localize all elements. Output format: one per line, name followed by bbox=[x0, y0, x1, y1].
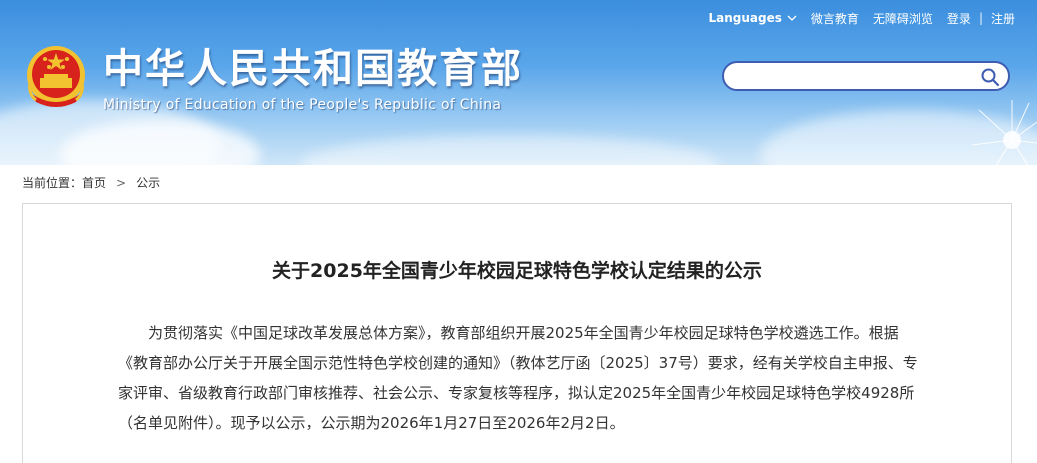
top-links: Languages 微言教育 无障碍浏览 登录 | 注册 bbox=[709, 9, 1016, 27]
search-box bbox=[722, 61, 1010, 91]
national-emblem-icon[interactable] bbox=[24, 44, 88, 110]
login-link[interactable]: 登录 bbox=[947, 10, 971, 27]
article-panel: 关于2025年全国青少年校园足球特色学校认定结果的公示 为贯彻落实《中国足球改革… bbox=[22, 203, 1012, 463]
site-header: Languages 微言教育 无障碍浏览 登录 | 注册 中华人民共和国教育部 … bbox=[0, 0, 1037, 165]
breadcrumb-prefix: 当前位置： bbox=[22, 176, 83, 190]
languages-label: Languages bbox=[708, 11, 782, 25]
register-link[interactable]: 注册 bbox=[991, 10, 1015, 27]
article-title: 关于2025年全国青少年校园足球特色学校认定结果的公示 bbox=[272, 260, 762, 282]
search-icon[interactable] bbox=[980, 67, 1000, 87]
languages-menu[interactable]: Languages bbox=[709, 11, 797, 25]
article-paragraph: 为贯彻落实《中国足球改革发展总体方案》，教育部组织开展2025年全国青少年校园足… bbox=[118, 324, 918, 432]
dandelion-decoration bbox=[971, 100, 1037, 165]
site-title-english: Ministry of Education of the People's Re… bbox=[103, 97, 502, 113]
chevron-down-icon bbox=[787, 15, 797, 21]
cloud-decoration bbox=[300, 135, 720, 165]
link-divider: | bbox=[978, 11, 983, 25]
search-input[interactable] bbox=[736, 67, 980, 87]
breadcrumb-current-link[interactable]: 公示 bbox=[136, 174, 160, 191]
accessible-browsing-link[interactable]: 无障碍浏览 bbox=[873, 10, 933, 27]
article-body: 为贯彻落实《中国足球改革发展总体方案》，教育部组织开展2025年全国青少年校园足… bbox=[118, 318, 918, 438]
breadcrumb-separator: > bbox=[116, 175, 127, 190]
breadcrumb: 当前位置： 首页 > 公示 bbox=[22, 174, 160, 191]
breadcrumb-home-link[interactable]: 首页 bbox=[82, 174, 106, 191]
site-title[interactable]: 中华人民共和国教育部 bbox=[103, 44, 523, 94]
weiyan-link[interactable]: 微言教育 bbox=[811, 10, 859, 27]
